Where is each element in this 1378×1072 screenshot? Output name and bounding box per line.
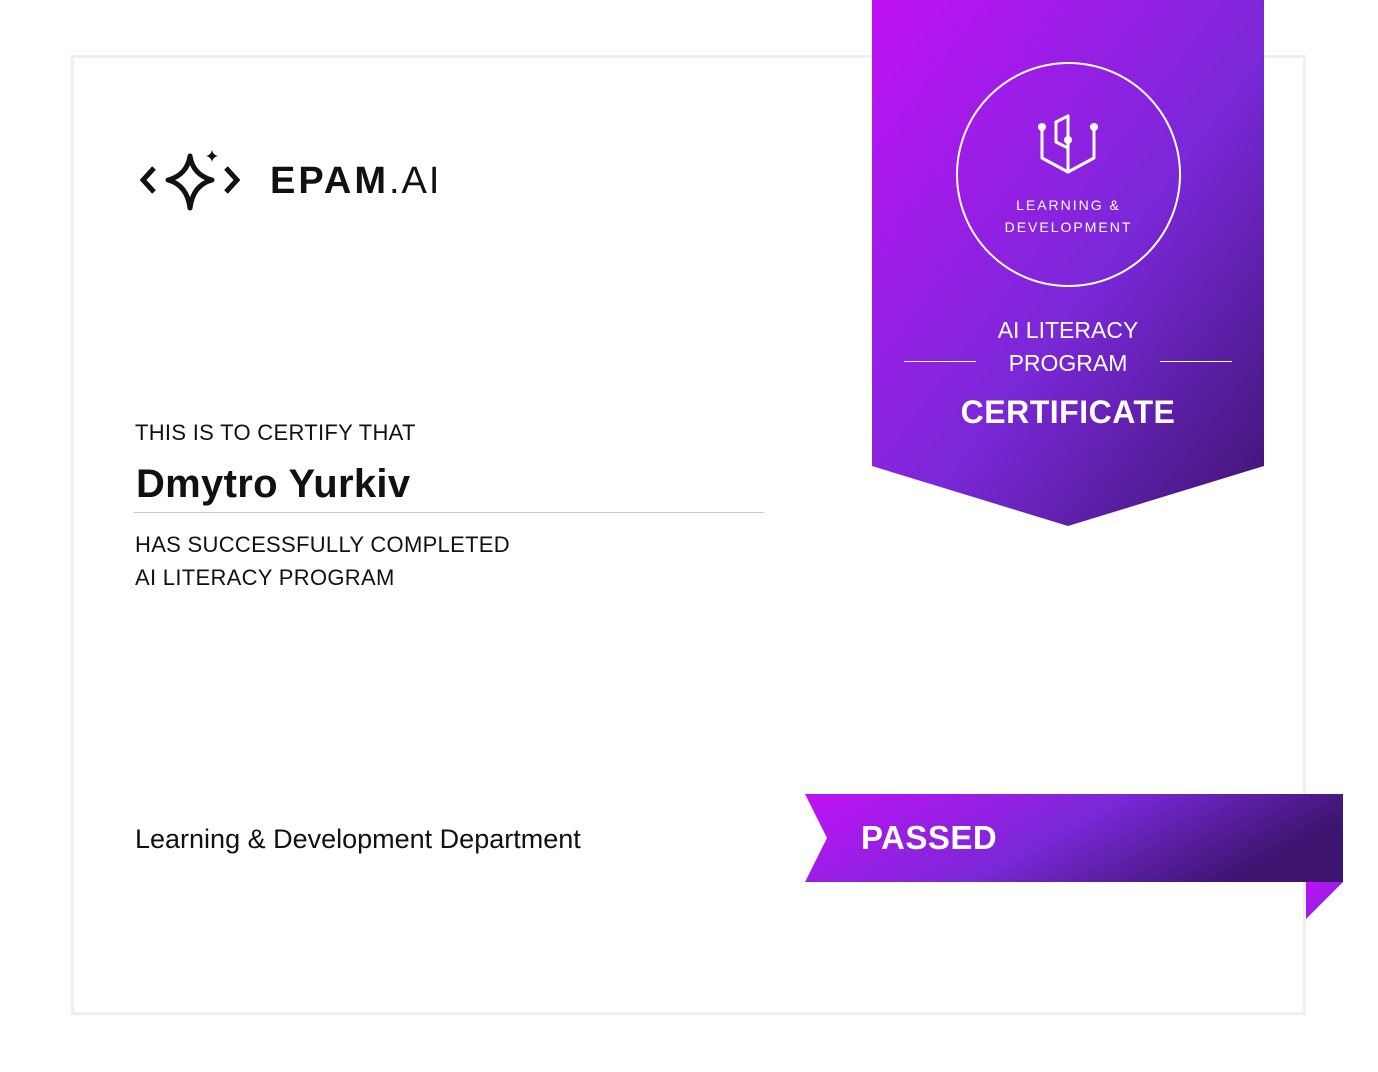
epam-ai-logo: EPAM .AI — [140, 148, 441, 214]
banner-program-name: AI LITERACY PROGRAM — [968, 314, 1168, 380]
banner-program-line2: PROGRAM — [1008, 350, 1128, 376]
department-signature: Learning & Development Department — [135, 824, 581, 854]
recipient-name: Dmytro Yurkiv — [136, 462, 411, 506]
name-underline — [134, 512, 764, 513]
logo-suffix: .AI — [388, 160, 442, 202]
program-line: AI LITERACY PROGRAM — [135, 565, 395, 590]
completed-line: HAS SUCCESSFULLY COMPLETED — [135, 532, 510, 557]
completion-statement: HAS SUCCESSFULLY COMPLETED AI LITERACY P… — [135, 528, 510, 594]
badge-caption-line2: DEVELOPMENT — [1004, 219, 1133, 235]
certify-line: THIS IS TO CERTIFY THAT — [135, 420, 416, 445]
certificate-page: EPAM .AI THIS IS TO CERTIFY THAT Dmytro Y… — [0, 0, 1378, 1072]
banner-rule-right — [1160, 361, 1232, 362]
logo-wordmark: EPAM .AI — [270, 162, 441, 200]
banner-program-line1: AI LITERACY — [997, 317, 1139, 343]
logo-brand: EPAM — [270, 160, 389, 202]
sparkle-brackets-icon — [140, 150, 240, 211]
passed-ribbon — [805, 794, 1343, 919]
badge-caption-line1: LEARNING & — [1016, 197, 1121, 213]
banner-rule-left — [904, 361, 976, 362]
status-badge: PASSED — [861, 819, 998, 856]
banner-title: CERTIFICATE — [960, 394, 1176, 430]
badge-caption: LEARNING & DEVELOPMENT — [956, 194, 1181, 238]
learning-development-icon — [1038, 114, 1098, 174]
